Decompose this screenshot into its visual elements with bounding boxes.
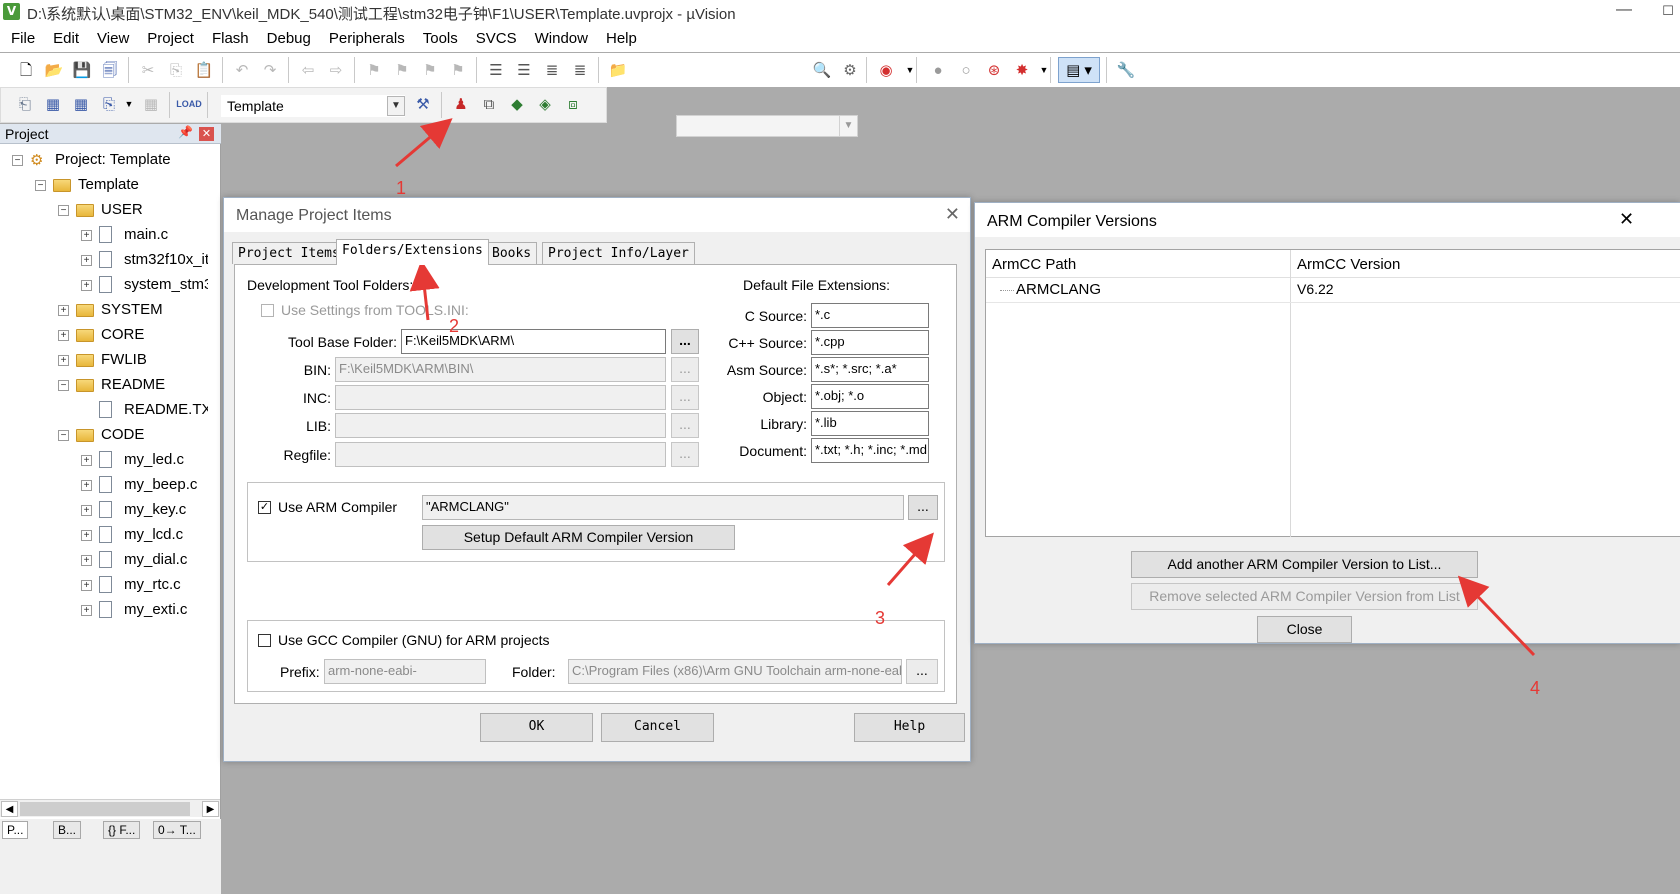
annotation-arrows: [395, 118, 1536, 657]
annotation-number-3: 3: [875, 608, 886, 628]
annotation-number-1: 1: [396, 178, 407, 198]
annotation-arrow-3: [886, 532, 934, 586]
annotation-number-4: 4: [1530, 678, 1541, 698]
annotation-number-2: 2: [449, 316, 460, 336]
tab-folders-extensions[interactable]: Folders/Extensions: [336, 239, 489, 265]
annotation-arrow-4: [1457, 575, 1536, 657]
annotation-arrow-1: [395, 118, 453, 168]
annotation-arrow-2: [409, 260, 440, 321]
